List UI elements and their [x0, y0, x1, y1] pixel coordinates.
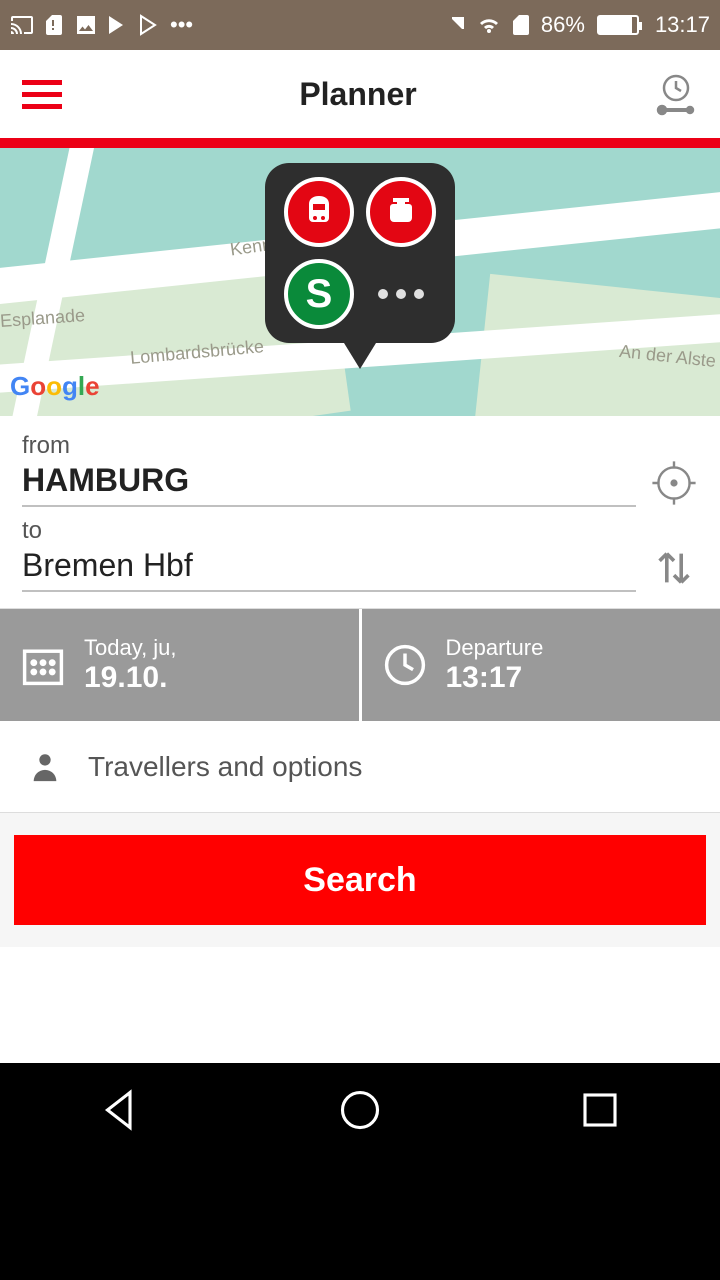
wifi-icon [477, 13, 501, 37]
from-label: from [22, 432, 636, 460]
map-preview[interactable]: Kenne Lombardsbrücke Esplanade An der Al… [0, 148, 720, 416]
date-picker[interactable]: Today, ju, 19.10. [0, 609, 362, 721]
google-logo: Google [10, 371, 100, 402]
back-button[interactable] [95, 1085, 145, 1135]
swap-button[interactable] [650, 544, 698, 592]
date-value: 19.10. [84, 661, 177, 695]
battery-icon [597, 15, 639, 35]
statusbar: ••• 86% 13:17 [0, 0, 720, 50]
search-button[interactable]: Search [14, 835, 706, 925]
battery-percent: 86% [541, 12, 585, 38]
person-icon [28, 750, 62, 784]
page-title: Planner [299, 76, 416, 113]
datetime-bar: Today, ju, 19.10. Departure 13:17 [0, 609, 720, 721]
more-icon: ••• [170, 12, 193, 38]
tram-icon[interactable] [366, 177, 436, 247]
play-store-outline-icon [138, 13, 162, 37]
journey-form: from HAMBURG to Bremen Hbf [0, 416, 720, 609]
realtime-icon[interactable] [654, 72, 698, 116]
accent-strip [0, 138, 720, 148]
time-value: 13:17 [446, 661, 544, 695]
sd-warning-icon [42, 13, 66, 37]
spacer [0, 947, 720, 1063]
menu-button[interactable] [22, 80, 62, 109]
clock-text: 13:17 [655, 12, 710, 38]
calendar-icon [20, 642, 66, 688]
cast-icon [10, 13, 34, 37]
locate-button[interactable] [650, 459, 698, 507]
sim-icon [509, 13, 533, 37]
vibrate-icon [445, 13, 469, 37]
android-navbar [0, 1063, 720, 1157]
play-store-icon [106, 13, 130, 37]
app-header: Planner [0, 50, 720, 138]
options-label: Travellers and options [88, 751, 362, 783]
from-field[interactable]: from HAMBURG [22, 432, 636, 507]
more-transport-icon[interactable] [366, 259, 436, 329]
from-value: HAMBURG [22, 462, 636, 499]
recent-button[interactable] [575, 1085, 625, 1135]
sbahn-icon[interactable]: S [284, 259, 354, 329]
time-label: Departure [446, 635, 544, 661]
to-label: to [22, 517, 636, 545]
train-ice-icon[interactable] [284, 177, 354, 247]
to-value: Bremen Hbf [22, 547, 636, 584]
date-label: Today, ju, [84, 635, 177, 661]
to-field[interactable]: to Bremen Hbf [22, 517, 636, 592]
travellers-options[interactable]: Travellers and options [0, 721, 720, 813]
image-icon [74, 13, 98, 37]
home-button[interactable] [335, 1085, 385, 1135]
time-picker[interactable]: Departure 13:17 [362, 609, 720, 721]
station-popup: S [265, 163, 455, 343]
clock-icon [382, 642, 428, 688]
